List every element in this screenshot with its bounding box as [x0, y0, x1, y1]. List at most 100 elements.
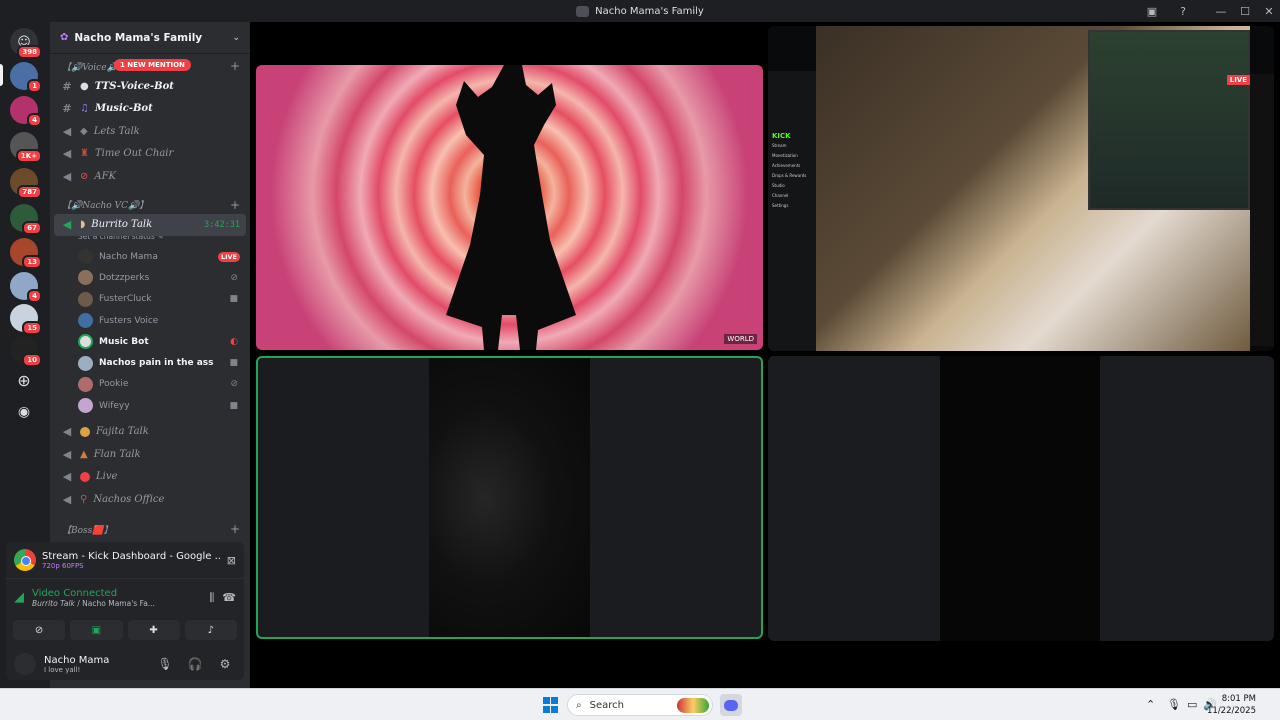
channel-label: Nachos Office — [93, 493, 165, 505]
category-voice[interactable]: 【🔊Voice🔊 1 NEW MENTION + — [50, 57, 250, 75]
voice-channel-icon: ◀ — [62, 470, 72, 484]
call-timer: 3:42:31 — [204, 219, 240, 230]
camera-off-button[interactable]: ⊘ — [13, 620, 66, 640]
silhouette-image — [446, 65, 576, 350]
kick-menu-item: Monetization — [772, 153, 798, 158]
avatar — [78, 376, 93, 392]
help-icon[interactable]: ? — [1171, 0, 1195, 22]
system-clock[interactable]: 8:01 PM 11/22/2025 — [1207, 693, 1256, 717]
voice-location[interactable]: Burrito Talk / Nacho Mama's Fa... — [32, 599, 201, 608]
category-nacho-vc[interactable]: 【🔊Nacho VC🔊】 + — [50, 196, 250, 214]
server-name: Nacho Mama's Family — [74, 31, 203, 44]
flan-icon: ▲ — [80, 448, 88, 460]
stop-stream-icon[interactable]: ⊠ — [227, 554, 236, 567]
server-icon[interactable]: 1 — [10, 62, 42, 93]
server-icon[interactable]: 4 — [10, 96, 42, 127]
avatar — [78, 334, 93, 350]
server-icon[interactable]: 4 — [10, 272, 42, 303]
voice-user[interactable]: FusterCluck ■ — [50, 289, 250, 310]
windows-start-icon[interactable] — [543, 697, 559, 713]
create-channel-icon[interactable]: + — [230, 198, 240, 212]
category-boss[interactable]: 【Boss🟥】 + — [50, 520, 250, 538]
server-folder[interactable]: 67 — [10, 204, 42, 235]
server-icon[interactable]: 15 — [10, 304, 42, 335]
server-icon[interactable]: 1K+ — [10, 132, 42, 163]
noise-suppression-icon[interactable]: ⫼ — [209, 591, 214, 605]
microphone-icon[interactable]: 🎙 — [1167, 698, 1181, 711]
search-placeholder: Search — [589, 699, 624, 711]
voice-user[interactable]: Music Bot ◐ — [50, 331, 250, 352]
channel-item[interactable]: ◀ ◆ Lets Talk — [50, 120, 250, 143]
category-label: 【🔊Voice🔊 — [62, 62, 118, 73]
disconnect-icon[interactable]: ☎ — [222, 591, 236, 604]
voice-user[interactable]: Fusters Voice — [50, 310, 250, 331]
channel-item[interactable]: ◀ ⚲ Nachos Office — [50, 488, 250, 511]
video-tile-dancer[interactable]: WORLD — [256, 65, 763, 350]
channel-item[interactable]: ◀ Fajita Talk — [50, 420, 250, 443]
server-folder[interactable]: 13 — [10, 238, 42, 269]
user-name: Nacho Mama — [99, 251, 158, 262]
window-titlebar: Nacho Mama's Family ▣ ? — ☐ ✕ — [0, 0, 1280, 22]
channel-item[interactable]: ◀ Live — [50, 465, 250, 488]
add-server-icon[interactable]: ⊕ — [10, 366, 38, 394]
gear-icon[interactable]: ⚙ — [214, 657, 236, 671]
user-avatar[interactable] — [14, 653, 36, 675]
activities-button[interactable]: ✚ — [127, 620, 180, 640]
network-icon[interactable]: ▭ — [1187, 698, 1197, 711]
video-tile-selected[interactable] — [256, 356, 763, 639]
user-name: Pookie — [99, 379, 129, 390]
voice-user[interactable]: Dotzzperks ⊘ — [50, 267, 250, 288]
create-channel-icon[interactable]: + — [230, 522, 240, 536]
microphone-icon[interactable]: 🎙 — [154, 657, 176, 671]
video-tile[interactable] — [768, 356, 1274, 641]
deafened-icon: ◐ — [230, 336, 238, 347]
kick-menu-item: Settings — [772, 203, 789, 208]
channel-item[interactable]: ◀ ⊘ AFK — [50, 165, 250, 188]
direct-messages-button[interactable]: ☺ 398 — [10, 28, 42, 59]
stop-screen-share-button[interactable]: ▣ — [70, 620, 123, 640]
headphones-icon[interactable]: 🎧 — [184, 657, 206, 671]
chevron-up-icon[interactable]: ⌃ — [1146, 698, 1155, 711]
voice-user[interactable]: Wifeyy ■ — [50, 395, 250, 416]
soundboard-button[interactable]: ♪ — [184, 620, 237, 640]
no-entry-icon: ⊘ — [80, 170, 89, 182]
server-folder[interactable]: 787 — [10, 168, 42, 199]
maximize-button[interactable]: ☐ — [1233, 0, 1257, 22]
signal-icon[interactable]: ◢ — [14, 590, 24, 605]
unread-badge: 4 — [27, 113, 42, 127]
user-name: Fusters Voice — [99, 315, 159, 326]
stream-sidepanel — [1250, 74, 1274, 346]
voice-user[interactable]: Nachos pain in the ass ■ — [50, 352, 250, 373]
user-name: Nachos pain in the ass — [99, 358, 214, 369]
server-icon[interactable]: 10 — [10, 336, 42, 367]
close-button[interactable]: ✕ — [1257, 0, 1280, 22]
chevron-down-icon: ⌄ — [232, 32, 240, 43]
channel-item[interactable]: ◀ ♜ Time Out Chair — [50, 143, 250, 166]
voice-channel-icon: ◀ — [62, 492, 72, 506]
watermark-label: WORLD — [724, 334, 757, 344]
clock-time: 8:01 PM — [1221, 694, 1256, 704]
stream-info: Stream - Kick Dashboard - Google ... 720… — [42, 551, 221, 570]
minimize-button[interactable]: — — [1209, 0, 1233, 22]
new-mention-pill[interactable]: 1 NEW MENTION — [114, 59, 191, 71]
voice-user[interactable]: Nacho Mama LIVE — [50, 246, 250, 267]
channel-item-active[interactable]: ◀ ◗ Burrito Talk 3:42:31 — [54, 213, 246, 236]
taskbar-search[interactable]: ⌕ Search — [567, 694, 713, 716]
channel-item[interactable]: # ● TTS-Voice-Bot — [50, 75, 250, 98]
server-logo-icon — [576, 5, 590, 17]
kick-menu-item: Drops & Rewards — [772, 173, 807, 178]
screen-share-icon[interactable]: ▣ — [1140, 0, 1164, 22]
create-channel-icon[interactable]: + — [230, 59, 240, 73]
voice-user[interactable]: Pookie ⊘ — [50, 374, 250, 395]
video-tile-stream[interactable]: KICK Stream Monetization Achievements Dr… — [768, 26, 1274, 351]
discover-icon[interactable]: ◉ — [10, 398, 38, 426]
live-badge: LIVE — [1226, 75, 1250, 85]
music-note-icon: ♫ — [80, 103, 89, 115]
boost-icon: ✿ — [60, 32, 69, 43]
user-info[interactable]: Nacho Mama I love yall! — [44, 655, 146, 674]
discord-taskbar-icon[interactable] — [720, 694, 742, 716]
channel-item[interactable]: # ♫ Music-Bot — [50, 98, 250, 121]
channel-item[interactable]: ◀ ▲ Flan Talk — [50, 443, 250, 466]
server-header[interactable]: ✿ Nacho Mama's Family ⌄ — [50, 22, 250, 54]
voice-channel-icon: ◀ — [62, 169, 72, 183]
